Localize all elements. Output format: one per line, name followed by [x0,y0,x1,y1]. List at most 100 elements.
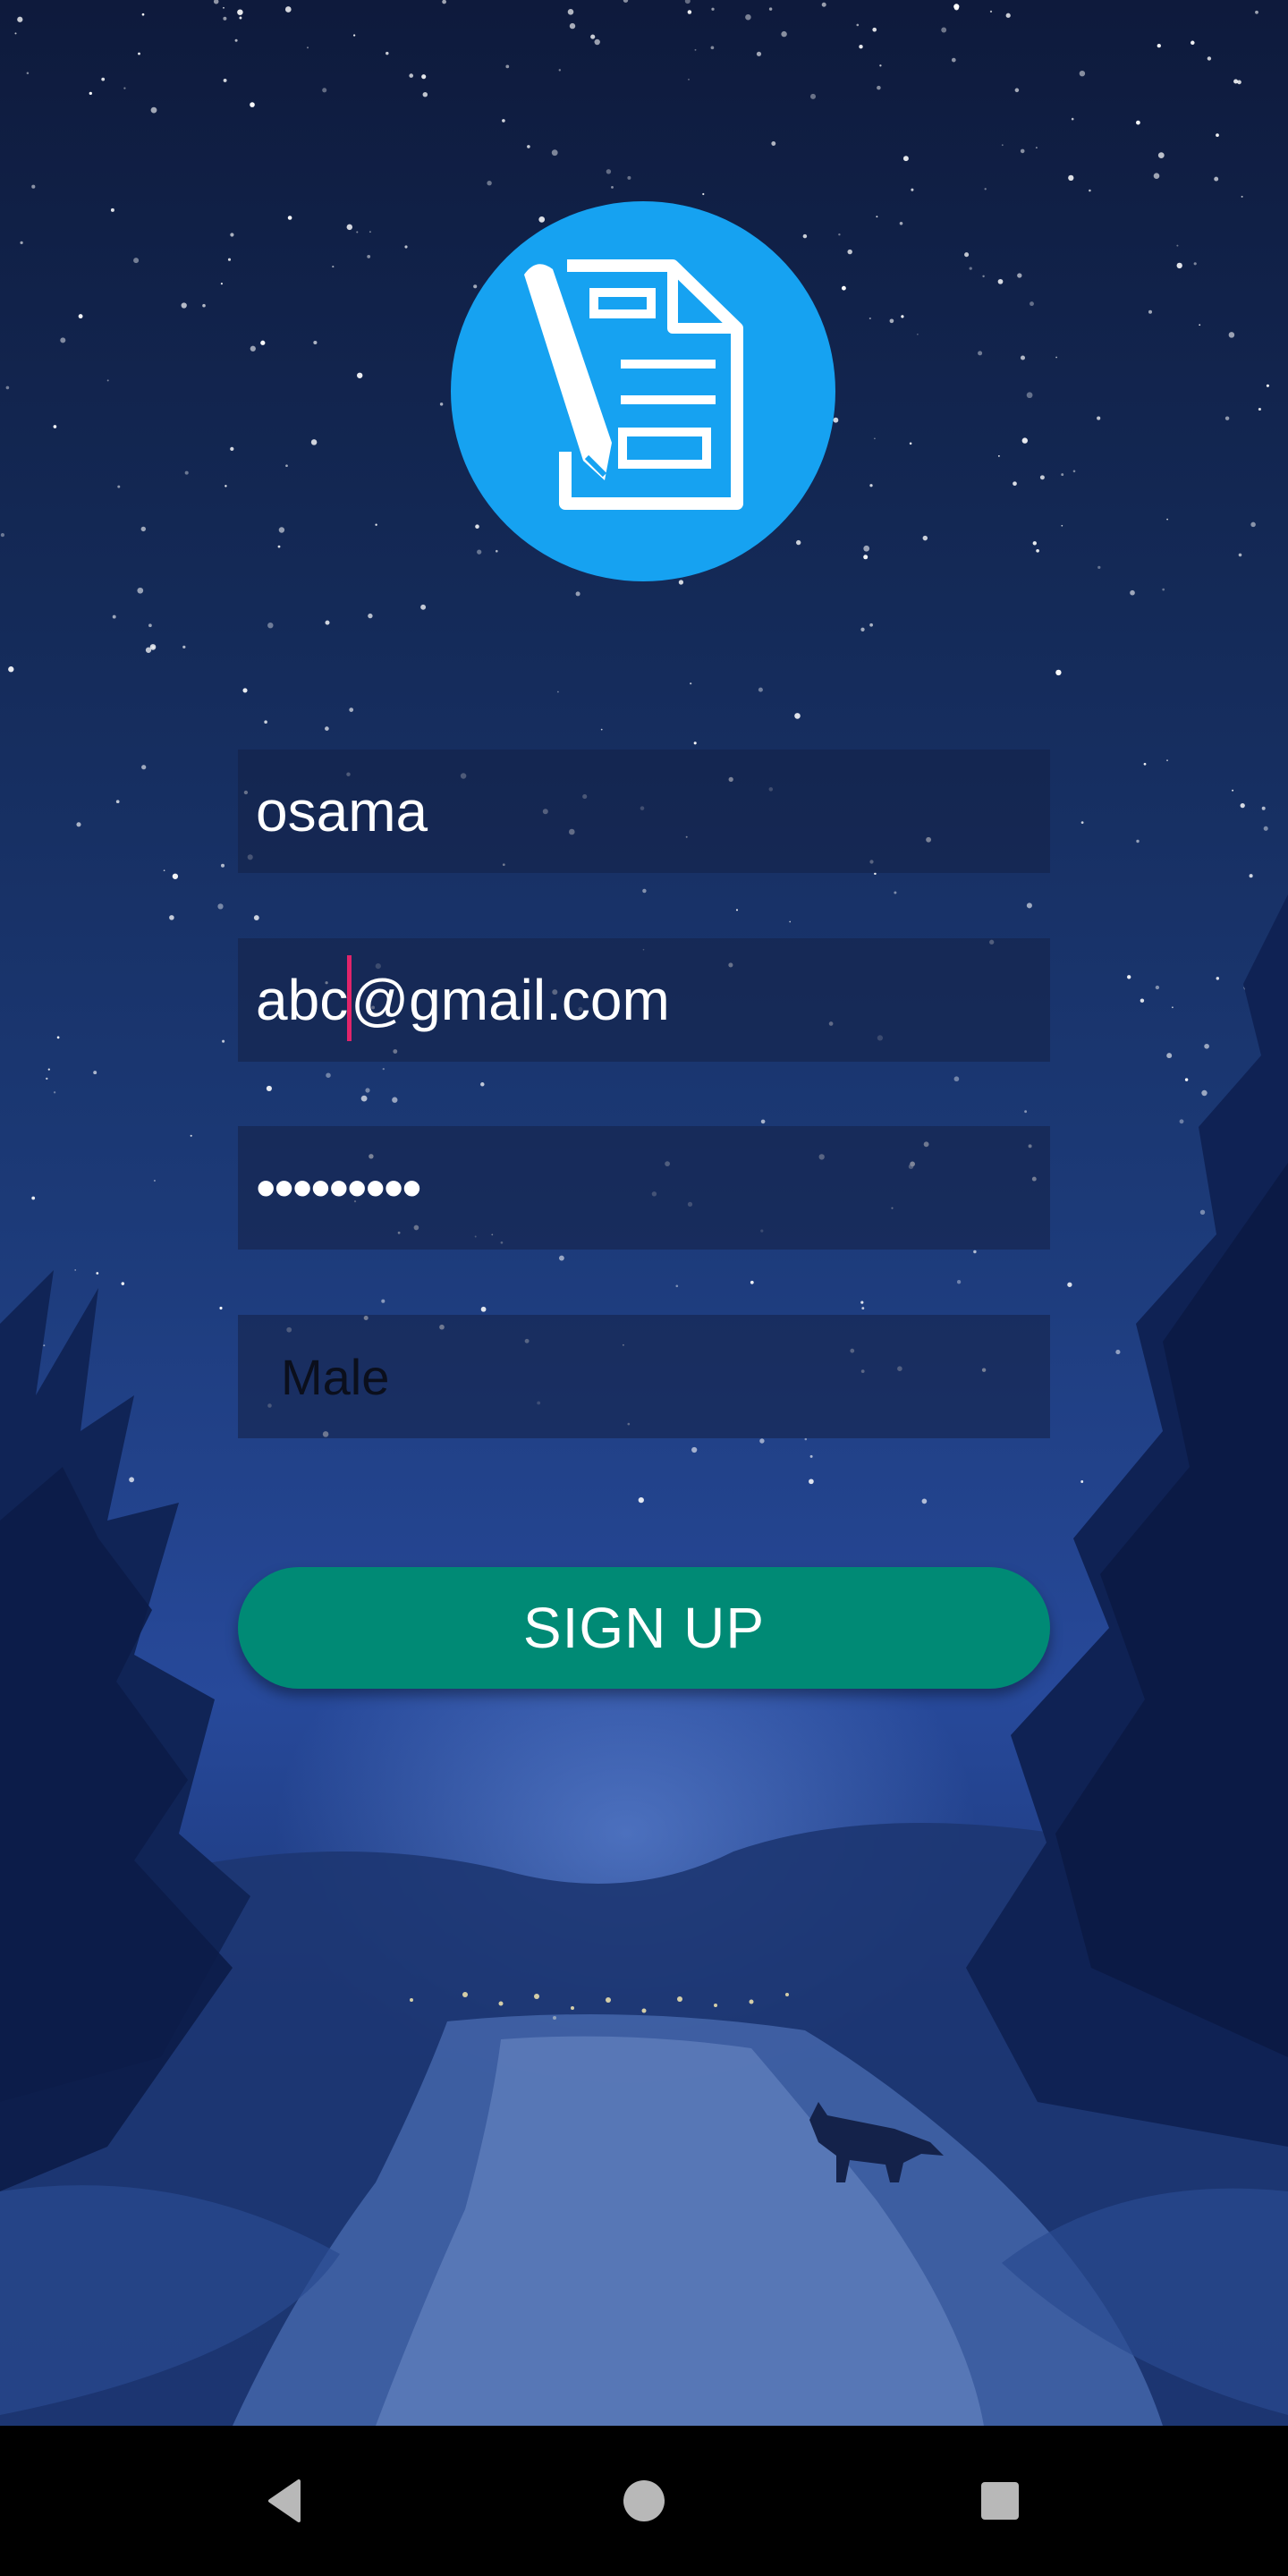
star [874,437,876,440]
star [809,1454,813,1458]
nav-home-button[interactable] [569,2426,719,2576]
star [313,340,318,345]
star [93,1071,97,1075]
star [1258,407,1261,411]
star [112,614,116,619]
gender-select[interactable]: Male [238,1315,1050,1438]
star [1127,975,1131,979]
password-input[interactable]: ••••••••• [238,1126,1050,1250]
star [876,216,878,218]
star [60,337,66,343]
star [148,623,152,628]
star [1184,1078,1189,1081]
star [1172,1006,1174,1009]
star [1263,826,1268,831]
star [794,713,801,719]
star [284,6,292,13]
star [809,1479,814,1485]
name-input[interactable]: osama [238,750,1050,873]
star [409,73,414,78]
star [638,1496,644,1504]
star [230,446,234,452]
signup-button-label: SIGN UP [522,1596,766,1660]
star [1055,669,1062,676]
nav-back-button[interactable] [211,2426,361,2576]
star [505,64,510,69]
star [1017,273,1022,278]
star [1026,392,1033,399]
password-input-value: ••••••••• [256,1156,422,1220]
star [184,470,189,475]
star [1148,309,1152,314]
star [145,647,152,653]
star [17,16,23,22]
star [1097,416,1101,420]
star [213,0,219,4]
star [1162,588,1165,591]
star [404,245,408,249]
star [973,1250,977,1254]
star [121,1282,125,1285]
star [917,333,919,335]
star [43,1344,46,1347]
star [31,184,36,189]
star [225,485,227,487]
star [756,51,762,56]
star [1199,1209,1206,1215]
star [1130,589,1135,596]
star [1228,332,1235,338]
signup-button[interactable]: SIGN UP [238,1567,1050,1689]
star [1036,548,1039,553]
star [710,46,715,50]
nav-recents-button[interactable] [925,2426,1075,2576]
star [760,1119,766,1124]
star [575,591,580,597]
star [310,439,318,445]
star [0,533,4,538]
star [691,1446,698,1453]
star [230,233,234,237]
star [53,1091,56,1094]
star [675,1284,679,1288]
star [277,545,281,548]
star [863,555,869,560]
star [558,69,562,72]
star [1026,902,1032,909]
star [220,283,223,285]
star [223,16,227,21]
star [47,1068,50,1071]
star [922,535,928,541]
star [838,233,841,236]
star [237,9,243,15]
star [150,106,157,114]
star [325,726,329,731]
star [89,91,92,96]
document-edit-icon [524,259,743,510]
star [227,258,232,261]
star [1193,262,1197,266]
star [369,231,371,233]
star [856,23,860,27]
star [594,38,600,46]
star [163,869,165,872]
star [1224,416,1230,420]
star [869,623,873,627]
star [1021,437,1028,444]
star [375,523,377,526]
star [1061,524,1063,527]
star [1067,1282,1072,1287]
star [106,379,109,382]
star [382,1067,385,1071]
star [1261,806,1266,810]
star [129,1477,134,1483]
star [702,192,705,196]
star [982,275,985,278]
star [1097,565,1101,570]
star [357,372,363,378]
star [557,691,559,693]
star [480,1306,487,1312]
star [1072,470,1076,473]
star [690,682,692,685]
star [181,302,187,309]
email-input[interactable]: abc @gmail.com [238,938,1050,1062]
